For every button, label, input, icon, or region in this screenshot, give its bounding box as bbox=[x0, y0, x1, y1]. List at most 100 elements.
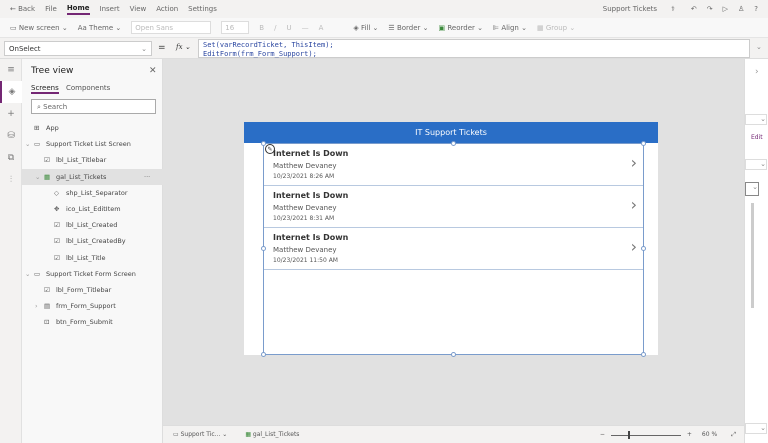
more-options-icon[interactable]: ··· bbox=[144, 169, 150, 185]
help-icon[interactable]: ? bbox=[754, 5, 758, 13]
button-icon: ⊡ bbox=[44, 318, 50, 327]
resize-handle[interactable] bbox=[641, 246, 646, 251]
ticket-title: Internet Is Down bbox=[273, 191, 349, 200]
search-input[interactable]: ⌕ Search bbox=[31, 99, 156, 114]
tree-item[interactable]: ◇ shp_List_Separator bbox=[22, 185, 163, 201]
resize-handle[interactable] bbox=[451, 141, 456, 146]
undo-icon[interactable]: ↶ bbox=[691, 5, 697, 13]
scrollbar[interactable] bbox=[751, 203, 754, 308]
tab-screens[interactable]: Screens bbox=[31, 84, 59, 94]
resize-handle[interactable] bbox=[261, 246, 266, 251]
expand-panel-icon[interactable]: › bbox=[755, 67, 759, 77]
property-select[interactable]: OnSelect ⌄ bbox=[4, 41, 152, 56]
ticket-created-by: Matthew Devaney bbox=[273, 204, 337, 212]
chevron-right-icon[interactable]: › bbox=[631, 153, 637, 172]
font-color-button[interactable]: A bbox=[319, 24, 324, 32]
gallery-icon: ▦ bbox=[44, 172, 51, 181]
fx-button[interactable]: fx ⌄ bbox=[176, 43, 191, 51]
gallery-row[interactable]: Internet Is Down Matthew Devaney 10/23/2… bbox=[264, 228, 643, 270]
tree-view-icon[interactable]: ◈ bbox=[0, 81, 22, 103]
formula-bar: OnSelect ⌄ = fx ⌄ Set(varRecordTicket, Th… bbox=[0, 38, 768, 59]
close-icon[interactable]: ✕ bbox=[149, 66, 157, 76]
tree-item[interactable]: ☑ lbl_List_Title bbox=[22, 250, 163, 266]
hamburger-icon[interactable]: ≡ bbox=[0, 59, 22, 81]
edit-link[interactable]: Edit bbox=[751, 134, 763, 141]
data-icon[interactable]: ⛁ bbox=[0, 125, 22, 147]
resize-handle[interactable] bbox=[451, 352, 456, 357]
screen-icon: ▭ bbox=[34, 269, 41, 278]
font-size-select[interactable]: 16 bbox=[221, 21, 250, 34]
expand-formula-icon[interactable]: ⌄ bbox=[756, 43, 762, 51]
tree-item[interactable]: ⊡ btn_Form_Submit bbox=[22, 314, 163, 330]
insert-icon[interactable]: + bbox=[0, 103, 22, 125]
chevron-right-icon[interactable]: › bbox=[631, 195, 637, 214]
menu-file[interactable]: File bbox=[45, 5, 57, 13]
chevron-right-icon[interactable]: › bbox=[631, 237, 637, 256]
app-screen-canvas[interactable]: IT Support Tickets Internet Is Down Matt… bbox=[244, 122, 658, 357]
underline-button[interactable]: U bbox=[286, 24, 291, 32]
zoom-slider-thumb[interactable] bbox=[628, 430, 631, 439]
tree-item[interactable]: ☑ lbl_List_Created bbox=[22, 217, 163, 233]
property-dropdown[interactable]: ⌄ bbox=[745, 114, 767, 125]
property-dropdown[interactable]: ⌄ bbox=[745, 423, 767, 434]
align-button[interactable]: ⊫ Align ⌄ bbox=[493, 24, 527, 32]
chevron-down-icon[interactable]: ⌄ bbox=[35, 169, 40, 185]
resize-handle[interactable] bbox=[641, 352, 646, 357]
edit-pencil-icon[interactable]: ✎ bbox=[265, 144, 275, 154]
bold-button[interactable]: B bbox=[259, 24, 264, 32]
menu-settings[interactable]: Settings bbox=[188, 5, 217, 13]
tree-item-label: Support Ticket List Screen bbox=[46, 140, 131, 149]
tree-item[interactable]: ☑ lbl_List_Titlebar bbox=[22, 152, 163, 168]
tree-item[interactable]: ✥ ico_List_EditItem bbox=[22, 201, 163, 217]
left-rail: ≡ ◈ + ⛁ ⧉ ⫶ bbox=[0, 59, 22, 443]
menu-home[interactable]: Home bbox=[66, 4, 90, 15]
tree-item[interactable]: ⌄ ▦ gal_List_Tickets ··· bbox=[22, 168, 163, 185]
advanced-tools-icon[interactable]: ⫶ bbox=[0, 169, 22, 191]
fit-to-window-icon[interactable]: ⤢ bbox=[731, 431, 736, 439]
back-button[interactable]: ← Back bbox=[10, 5, 35, 13]
strikethrough-button[interactable]: — bbox=[302, 24, 309, 32]
ticket-created-by: Matthew Devaney bbox=[273, 162, 337, 170]
redo-icon[interactable]: ↷ bbox=[707, 5, 713, 13]
gallery-row[interactable]: Internet Is Down Matthew Devaney 10/23/2… bbox=[264, 144, 643, 186]
tree-item[interactable]: › ▤ frm_Form_Support bbox=[22, 298, 163, 314]
screen-select[interactable]: ▭ Support Tic... ⌄ bbox=[173, 431, 227, 438]
tree-item[interactable]: ☑ lbl_List_CreatedBy bbox=[22, 233, 163, 249]
tickets-gallery[interactable]: Internet Is Down Matthew Devaney 10/23/2… bbox=[263, 143, 644, 355]
property-dropdown[interactable]: ⌄ bbox=[745, 182, 759, 196]
tree-item-label: btn_Form_Submit bbox=[56, 318, 113, 327]
resize-handle[interactable] bbox=[641, 141, 646, 146]
media-icon[interactable]: ⧉ bbox=[0, 147, 22, 169]
breadcrumb-control[interactable]: ▦ gal_List_Tickets bbox=[245, 431, 299, 438]
reorder-button[interactable]: ▣ Reorder ⌄ bbox=[439, 24, 483, 32]
tree-item[interactable]: ⌄ ▭ Support Ticket List Screen bbox=[22, 136, 163, 152]
user-icon[interactable]: ♙ bbox=[738, 5, 744, 13]
tree-item[interactable]: ⊞ App bbox=[22, 120, 163, 136]
gallery-row[interactable]: Internet Is Down Matthew Devaney 10/23/2… bbox=[264, 186, 643, 228]
new-screen-button[interactable]: ▭ New screen ⌄ bbox=[10, 24, 68, 32]
menu-action[interactable]: Action bbox=[156, 5, 178, 13]
italic-button[interactable]: / bbox=[274, 24, 276, 32]
property-dropdown[interactable]: ⌄ bbox=[745, 159, 767, 170]
zoom-in-button[interactable]: + bbox=[687, 431, 692, 438]
menu-view[interactable]: View bbox=[130, 5, 147, 13]
border-button[interactable]: ☰ Border ⌄ bbox=[388, 24, 428, 32]
chevron-down-icon[interactable]: ⌄ bbox=[25, 136, 30, 152]
zoom-out-button[interactable]: − bbox=[600, 431, 605, 438]
group-button[interactable]: ▦ Group ⌄ bbox=[537, 24, 575, 32]
tree-item[interactable]: ⌄ ▭ Support Ticket Form Screen bbox=[22, 266, 163, 282]
resize-handle[interactable] bbox=[261, 352, 266, 357]
theme-button[interactable]: Aa Theme ⌄ bbox=[78, 24, 122, 32]
zoom-slider[interactable] bbox=[610, 430, 681, 439]
formula-input[interactable]: Set(varRecordTicket, ThisItem); EditForm… bbox=[198, 39, 750, 58]
font-select[interactable]: Open Sans bbox=[131, 21, 212, 34]
chevron-right-icon[interactable]: › bbox=[35, 298, 38, 314]
app-checker-icon[interactable]: ⚕ bbox=[671, 5, 675, 13]
play-icon[interactable]: ▷ bbox=[723, 5, 728, 13]
fill-button[interactable]: ◈ Fill ⌄ bbox=[353, 24, 378, 32]
menu-insert[interactable]: Insert bbox=[100, 5, 120, 13]
tab-components[interactable]: Components bbox=[66, 84, 110, 92]
tree-item[interactable]: ☑ lbl_Form_Titlebar bbox=[22, 282, 163, 298]
chevron-down-icon[interactable]: ⌄ bbox=[25, 266, 30, 282]
titlebar-label[interactable]: IT Support Tickets bbox=[244, 122, 658, 143]
